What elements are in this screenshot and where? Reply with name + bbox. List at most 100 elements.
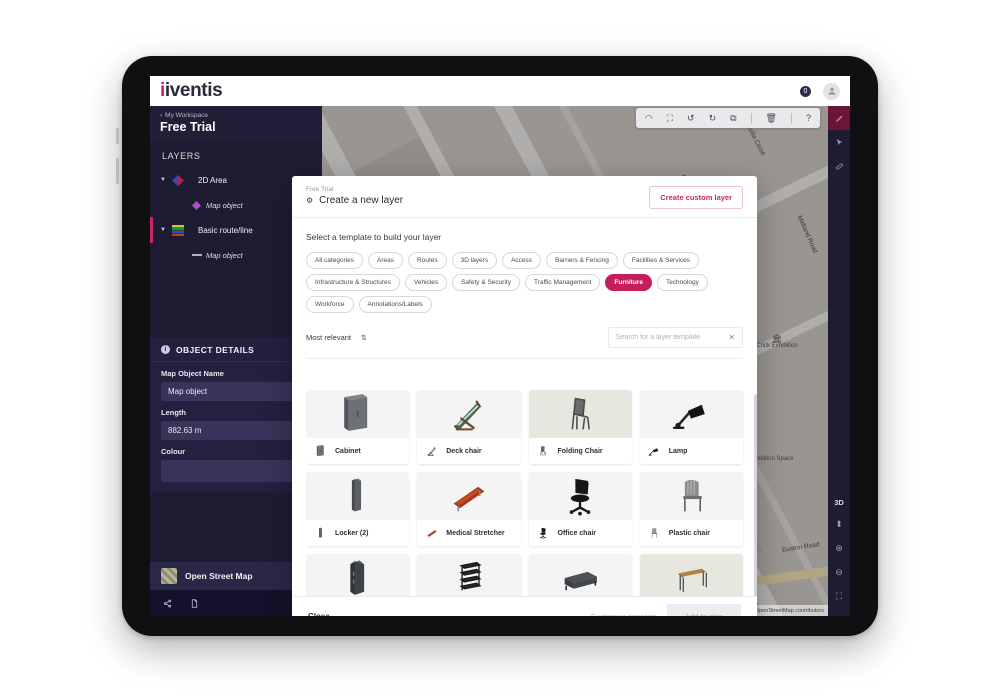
template-preview <box>306 554 410 596</box>
iventis-logo[interactable]: iiventis <box>160 80 223 102</box>
category-chip-furniture[interactable]: Furniture <box>605 274 652 291</box>
diamond-icon <box>192 200 206 210</box>
template-card[interactable]: Cabinet <box>306 390 410 464</box>
template-name: Lamp <box>668 447 688 455</box>
template-card[interactable]: Shelves <box>417 554 521 596</box>
template-card[interactable]: Office chair <box>528 472 632 546</box>
search-box[interactable]: ✕ <box>608 327 743 348</box>
export-file-icon[interactable] <box>190 598 199 608</box>
category-chip-access[interactable]: Access <box>502 252 542 269</box>
template-card[interactable]: Folding Chair <box>528 390 632 464</box>
tablet-device-frame: iiventis 0 Norville Close Brill Lane Mid… <box>116 52 882 640</box>
search-input[interactable] <box>616 334 729 341</box>
map-object-name-input[interactable]: Map object <box>161 382 311 401</box>
template-prompt: Select a template to build your layer <box>306 232 442 242</box>
template-card[interactable]: Deck chair <box>417 390 521 464</box>
notification-badge[interactable]: 0 <box>800 85 811 97</box>
category-chip-safety-security[interactable]: Safety & Security <box>452 274 520 291</box>
share-icon[interactable] <box>163 599 172 608</box>
template-card[interactable]: Locker (2) <box>306 472 410 546</box>
colour-picker[interactable] <box>161 460 311 482</box>
template-card[interactable]: Refrigerator <box>306 554 410 596</box>
delete-icon[interactable]: 🗑 <box>766 113 777 124</box>
layers-heading: LAYERS <box>162 151 201 161</box>
template-card[interactable]: Plastic chair <box>639 472 743 546</box>
back-to-workspace-link[interactable]: ‹ My Workspace <box>160 112 312 119</box>
measure-icon[interactable]: ◠ <box>645 113 653 124</box>
template-grid-scroll-area[interactable]: Cabinet Deck chair Folding Chair Lamp Locker… <box>306 390 749 596</box>
template-card-footer: Deck chair <box>417 438 521 464</box>
category-chip-annotations-labels[interactable]: Annotations/Labels <box>358 296 432 313</box>
object-details-title: OBJECT DETAILS <box>176 344 255 355</box>
fit-bounds-icon[interactable]: ⛶ <box>828 584 850 608</box>
customise-template-button[interactable]: Customise template <box>591 612 657 616</box>
create-custom-layer-button[interactable]: Create custom layer <box>649 186 743 209</box>
category-chip-areas[interactable]: Areas <box>368 252 404 269</box>
gear-icon: ⚙ <box>306 196 314 205</box>
category-chip-technology[interactable]: Technology <box>656 274 708 291</box>
category-chip-vehicles[interactable]: Vehicles <box>404 274 448 291</box>
map-edit-toolbar: ◠ ⛶ ↺ ↻ ⧉ 🗑 ? <box>635 108 820 128</box>
template-card[interactable]: Sofa <box>528 554 632 596</box>
copy-icon[interactable]: ⧉ <box>730 113 736 124</box>
create-layer-modal: Free Trial ⚙ Create a new layer Create c… <box>292 176 757 616</box>
field-label: Length <box>161 408 186 417</box>
category-chip-barriers-fencing[interactable]: Barriers & Fencing <box>546 252 618 269</box>
category-chip-infrastructure-structures[interactable]: Infrastructure & Structures <box>306 274 400 291</box>
zoom-out-icon[interactable]: ⊖ <box>828 560 850 584</box>
lamp-icon <box>647 443 662 460</box>
line-icon <box>192 253 206 257</box>
help-icon[interactable]: ? <box>806 113 811 123</box>
template-name: Folding Chair <box>557 447 603 455</box>
template-name: Office chair <box>557 529 597 537</box>
template-preview <box>528 554 632 596</box>
chevron-down-icon[interactable]: ▼ <box>160 177 172 183</box>
redo-icon[interactable]: ↻ <box>709 113 717 124</box>
add-to-plan-button[interactable]: Add to plan <box>667 604 741 616</box>
toggle-3d-button[interactable]: 3D <box>834 493 844 512</box>
sort-label[interactable]: Most relevant <box>306 333 351 342</box>
template-card-footer: Cabinet <box>306 438 410 464</box>
template-preview <box>417 390 521 438</box>
template-name: Deck chair <box>446 447 482 455</box>
template-preview <box>306 390 410 438</box>
layer-child-label: Map object <box>206 250 243 260</box>
zoom-in-icon[interactable]: ⊕ <box>828 536 850 560</box>
category-chip-all-categories[interactable]: All categories <box>306 252 364 269</box>
deck-chair-icon <box>424 443 439 460</box>
basemap-thumbnail <box>161 568 177 584</box>
category-chip-facilities-services[interactable]: Facilities & Services <box>622 252 700 269</box>
close-button[interactable]: Close <box>308 612 330 616</box>
category-chip-workforce[interactable]: Workforce <box>306 296 354 313</box>
category-chip-routes[interactable]: Routes <box>408 252 447 269</box>
template-card[interactable]: Medical Stretcher <box>417 472 521 546</box>
template-card[interactable]: Lamp <box>639 390 743 464</box>
category-chip-3d-layers[interactable]: 3D layers <box>451 252 498 269</box>
layer-swatch <box>172 224 184 236</box>
select-cursor-tool[interactable] <box>828 130 850 154</box>
template-card-footer: Lamp <box>639 438 743 464</box>
template-name: Cabinet <box>335 447 361 455</box>
undo-icon[interactable]: ↺ <box>687 113 695 124</box>
chevron-down-icon[interactable]: ▼ <box>160 227 172 233</box>
draw-pen-tool[interactable] <box>828 106 850 130</box>
template-card[interactable]: Table (1m) <box>639 554 743 596</box>
template-preview <box>528 472 632 520</box>
template-card-footer: Plastic chair <box>639 520 743 546</box>
template-preview <box>306 472 410 520</box>
folding-chair-icon <box>536 443 551 460</box>
crop-icon[interactable]: ⛶ <box>667 113 673 124</box>
sort-toggle-icon[interactable]: ⇅ <box>361 334 367 342</box>
workspace-title: Free Trial <box>160 120 216 134</box>
close-icon[interactable]: ✕ <box>728 333 735 342</box>
measure-ruler-tool[interactable] <box>828 154 850 178</box>
avatar[interactable] <box>823 82 840 100</box>
toolbar-divider <box>750 112 752 124</box>
modal-scrollbar[interactable] <box>754 394 757 596</box>
map-street-label: Midland Road <box>795 214 819 255</box>
category-chip-traffic-management[interactable]: Traffic Management <box>524 274 601 291</box>
layer-child-label: Map object <box>206 200 243 210</box>
length-input[interactable]: 882.63 m <box>161 421 311 440</box>
app-top-bar: iiventis 0 <box>150 76 850 106</box>
tilt-icon[interactable]: ⬍ <box>828 512 850 536</box>
